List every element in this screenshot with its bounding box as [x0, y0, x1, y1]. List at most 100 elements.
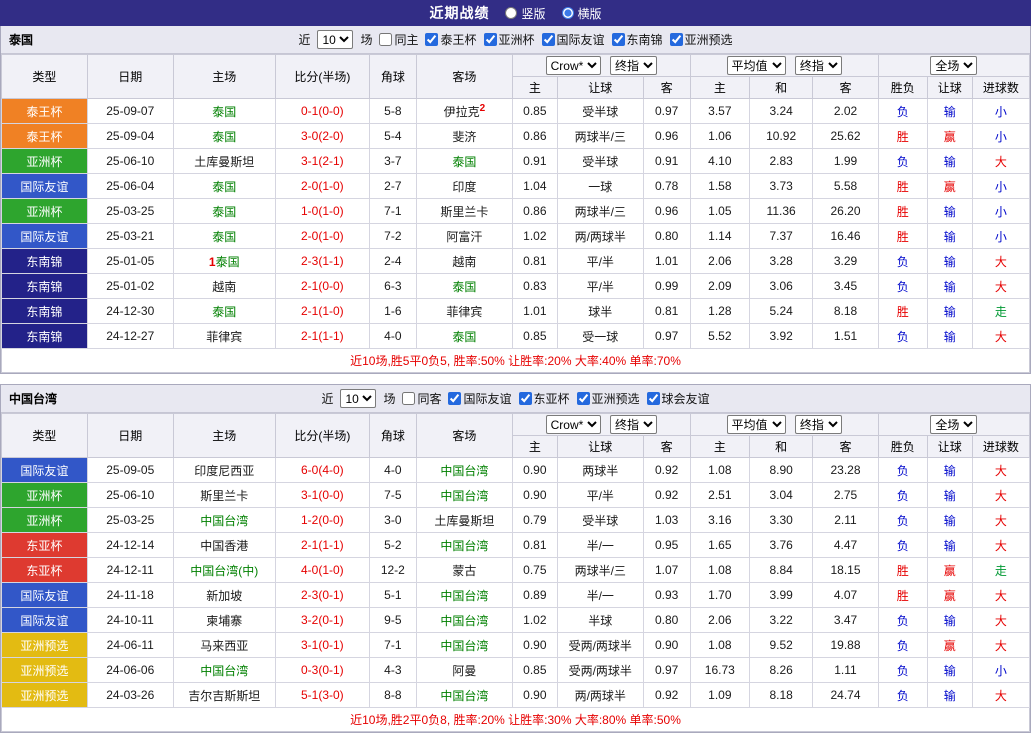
home-team-name[interactable]: 中国香港 [200, 539, 248, 553]
home-team-name[interactable]: 新加坡 [206, 589, 242, 603]
competition-filter[interactable]: 泰王杯 [425, 31, 477, 48]
odds-stage-select[interactable]: 终指 [609, 415, 657, 434]
away-team-name[interactable]: 印度 [452, 180, 476, 194]
competition-checkbox[interactable] [483, 33, 497, 46]
home-team[interactable]: 泰国 [172, 198, 276, 224]
away-team-name[interactable]: 中国台湾 [440, 614, 488, 628]
same-venue-filter[interactable]: 同客 [402, 390, 441, 407]
away-team[interactable]: 泰国 [415, 323, 513, 349]
away-team[interactable]: 菲律宾 [415, 298, 513, 324]
home-team-name[interactable]: 泰国 [212, 105, 236, 119]
home-team-name[interactable]: 泰国 [212, 230, 236, 244]
competition-checkbox[interactable] [611, 33, 625, 46]
away-team-name[interactable]: 中国台湾 [440, 464, 488, 478]
home-team[interactable]: 土库曼斯坦 [172, 148, 276, 174]
competition-filter[interactable]: 东亚杯 [518, 390, 570, 407]
away-team[interactable]: 蒙古 [415, 557, 513, 583]
home-team-name[interactable]: 泰国 [212, 180, 236, 194]
home-team-name[interactable]: 柬埔寨 [206, 614, 242, 628]
competition-filter[interactable]: 亚洲预选 [669, 31, 733, 48]
competition-checkbox[interactable] [518, 392, 532, 405]
home-team-name[interactable]: 泰国 [212, 205, 236, 219]
home-team[interactable]: 马来西亚 [172, 632, 276, 658]
full-match-select[interactable]: 全场 [930, 56, 978, 75]
away-team-name[interactable]: 中国台湾 [440, 689, 488, 703]
competition-checkbox[interactable] [541, 33, 555, 46]
match-count-select[interactable]: 10 [340, 389, 377, 408]
home-team[interactable]: 新加坡 [172, 582, 276, 608]
home-team-name[interactable]: 中国台湾(中) [190, 564, 258, 578]
home-team[interactable]: 中国香港 [172, 532, 276, 558]
home-team[interactable]: 越南 [172, 273, 276, 299]
home-team[interactable]: 印度尼西亚 [172, 457, 276, 483]
away-team[interactable]: 中国台湾 [415, 682, 513, 708]
competition-checkbox[interactable] [448, 392, 462, 405]
away-team-name[interactable]: 阿富汗 [446, 230, 482, 244]
home-team[interactable]: 柬埔寨 [172, 607, 276, 633]
home-team[interactable]: 中国台湾 [172, 657, 276, 683]
full-match-select[interactable]: 全场 [930, 415, 978, 434]
avg-source-select[interactable]: 平均值 [726, 415, 786, 434]
home-team-name[interactable]: 泰国 [216, 255, 240, 269]
home-team[interactable]: 泰国 [172, 123, 276, 149]
away-team[interactable]: 中国台湾 [415, 532, 513, 558]
away-team-name[interactable]: 泰国 [452, 155, 476, 169]
home-team[interactable]: 泰国 [172, 298, 276, 324]
away-team-name[interactable]: 泰国 [452, 330, 476, 344]
competition-checkbox[interactable] [669, 33, 683, 46]
home-team-name[interactable]: 印度尼西亚 [194, 464, 254, 478]
away-team[interactable]: 伊拉克2 [415, 98, 513, 124]
away-team-name[interactable]: 中国台湾 [440, 639, 488, 653]
home-team-name[interactable]: 斯里兰卡 [200, 489, 248, 503]
away-team[interactable]: 斐济 [415, 123, 513, 149]
odds-company-select[interactable]: Crow* [545, 415, 601, 434]
competition-filter[interactable]: 国际友谊 [541, 31, 605, 48]
away-team[interactable]: 中国台湾 [415, 482, 513, 508]
competition-filter[interactable]: 亚洲预选 [576, 390, 640, 407]
away-team[interactable]: 阿富汗 [415, 223, 513, 249]
away-team-name[interactable]: 斐济 [452, 130, 476, 144]
away-team[interactable]: 越南 [415, 248, 513, 274]
home-team-name[interactable]: 中国台湾 [200, 514, 248, 528]
odds-company-select[interactable]: Crow* [545, 56, 601, 75]
away-team[interactable]: 中国台湾 [415, 607, 513, 633]
away-team[interactable]: 中国台湾 [415, 632, 513, 658]
away-team[interactable]: 泰国 [415, 148, 513, 174]
away-team-name[interactable]: 菲律宾 [446, 305, 482, 319]
away-team[interactable]: 印度 [415, 173, 513, 199]
match-count-select[interactable]: 10 [317, 30, 354, 49]
home-team[interactable]: 中国台湾(中) [172, 557, 276, 583]
home-team[interactable]: 吉尔吉斯斯坦 [172, 682, 276, 708]
away-team-name[interactable]: 中国台湾 [440, 489, 488, 503]
away-team-name[interactable]: 阿曼 [452, 664, 476, 678]
vertical-layout-radio[interactable] [505, 7, 518, 19]
away-team-name[interactable]: 越南 [452, 255, 476, 269]
home-team[interactable]: 泰国 [172, 223, 276, 249]
home-team-name[interactable]: 泰国 [212, 130, 236, 144]
home-team[interactable]: 泰国 [172, 173, 276, 199]
avg-stage-select[interactable]: 终指 [794, 56, 842, 75]
home-team-name[interactable]: 土库曼斯坦 [194, 155, 254, 169]
home-team-name[interactable]: 马来西亚 [200, 639, 248, 653]
away-team[interactable]: 中国台湾 [415, 457, 513, 483]
away-team[interactable]: 泰国 [415, 273, 513, 299]
away-team-name[interactable]: 蒙古 [452, 564, 476, 578]
same-venue-filter[interactable]: 同主 [379, 31, 418, 48]
home-team[interactable]: 中国台湾 [172, 507, 276, 533]
home-team-name[interactable]: 吉尔吉斯斯坦 [188, 689, 260, 703]
avg-stage-select[interactable]: 终指 [794, 415, 842, 434]
avg-source-select[interactable]: 平均值 [726, 56, 786, 75]
away-team-name[interactable]: 中国台湾 [440, 539, 488, 553]
competition-filter[interactable]: 亚洲杯 [483, 31, 535, 48]
competition-filter[interactable]: 东南锦 [611, 31, 663, 48]
same-venue-checkbox[interactable] [379, 33, 393, 46]
home-team-name[interactable]: 中国台湾 [200, 664, 248, 678]
away-team-name[interactable]: 土库曼斯坦 [434, 514, 494, 528]
away-team[interactable]: 土库曼斯坦 [415, 507, 513, 533]
away-team-name[interactable]: 泰国 [452, 280, 476, 294]
home-team[interactable]: 斯里兰卡 [172, 482, 276, 508]
competition-checkbox[interactable] [425, 33, 439, 46]
away-team[interactable]: 斯里兰卡 [415, 198, 513, 224]
home-team[interactable]: 1泰国 [172, 248, 276, 274]
home-team-name[interactable]: 菲律宾 [206, 330, 242, 344]
